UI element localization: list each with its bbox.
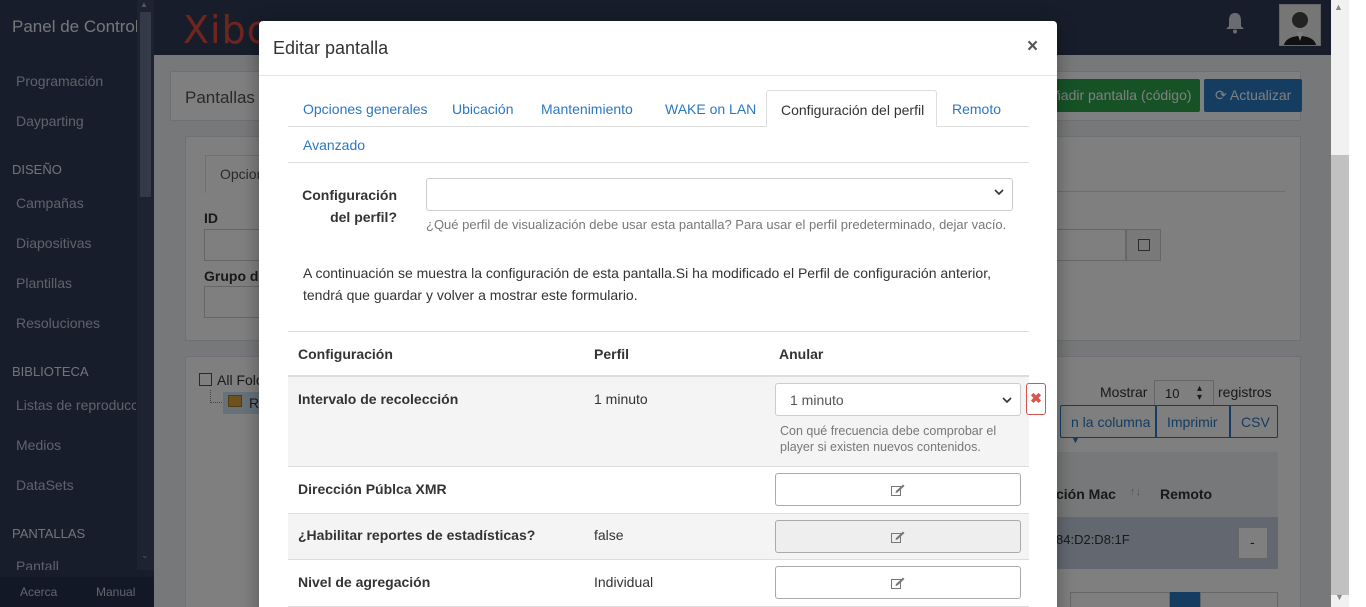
table-row: Dirección Públca XMR	[288, 467, 1029, 514]
page-scroll-down-icon[interactable]: ▼	[1335, 592, 1344, 602]
edit-icon	[891, 531, 905, 543]
collect-interval-value: 1 minuto	[790, 392, 844, 408]
chevron-down-icon	[994, 189, 1004, 196]
table-row: Nivel de agregación Individual	[288, 560, 1029, 607]
edit-override-button[interactable]	[775, 566, 1021, 599]
tab-ubicacion[interactable]: Ubicación	[452, 101, 513, 117]
setting-name: Intervalo de recolección	[298, 391, 459, 407]
profile-label-line1: Configuración	[302, 187, 397, 203]
collect-interval-help-2: player si existen nuevos contenidos.	[780, 440, 981, 454]
tab-avanzado[interactable]: Avanzado	[303, 137, 365, 153]
table-row: Intervalo de recolección 1 minuto 1 minu…	[288, 377, 1046, 467]
profile-help-text: ¿Qué perfil de visualización debe usar e…	[426, 217, 1007, 232]
setting-name: Dirección Públca XMR	[298, 481, 447, 497]
edit-override-button[interactable]	[775, 520, 1021, 553]
profile-value: 1 minuto	[594, 391, 648, 407]
page-scroll-up-icon[interactable]: ▲	[1334, 2, 1343, 12]
tab-configuracion-perfil[interactable]: Configuración del perfil	[766, 90, 937, 127]
info-text: A continuación se muestra la configuraci…	[303, 262, 1003, 306]
chevron-down-icon	[1002, 397, 1012, 404]
profile-value: false	[594, 527, 624, 543]
setting-name: Nivel de agregación	[298, 574, 431, 590]
edit-icon	[891, 577, 905, 589]
modal-title: Editar pantalla	[273, 38, 389, 58]
table-row: ¿Habilitar reportes de estadísticas? fal…	[288, 514, 1029, 560]
column-header-setting: Configuración	[298, 346, 393, 362]
tab-wake-on-lan[interactable]: WAKE on LAN	[665, 101, 756, 117]
edit-override-button[interactable]	[775, 473, 1021, 506]
tabs-bottom-border	[288, 162, 1029, 163]
profile-value: Individual	[594, 574, 654, 590]
edit-display-modal: Editar pantalla × Configuración del perf…	[259, 21, 1057, 607]
remove-override-button[interactable]: ✖	[1026, 383, 1046, 415]
tab-mantenimiento[interactable]: Mantenimiento	[541, 101, 633, 117]
tab-remoto[interactable]: Remoto	[952, 101, 1001, 117]
page-scrollbar-thumb[interactable]	[1331, 155, 1349, 595]
collect-interval-select[interactable]: 1 minuto	[775, 383, 1021, 416]
close-icon[interactable]: ×	[1027, 36, 1038, 58]
table-top-border	[288, 331, 1029, 332]
info-line-1: A continuación se muestra la configuraci…	[303, 265, 991, 281]
tab-opciones-generales[interactable]: Opciones generales	[303, 101, 428, 117]
collect-interval-help: Con qué frecuencia debe comprobar el	[780, 424, 997, 438]
page-scrollbar[interactable]: ▲ ▼	[1331, 0, 1366, 607]
profile-select[interactable]	[426, 178, 1013, 211]
column-header-profile: Perfil	[594, 346, 630, 362]
modal-header: Editar pantalla ×	[259, 21, 1057, 76]
edit-icon	[891, 484, 905, 496]
info-line-2: tendrá que guardar y volver a mostrar es…	[303, 287, 638, 303]
profile-label-line2: del perfil?	[330, 209, 397, 225]
setting-name: ¿Habilitar reportes de estadísticas?	[298, 527, 536, 543]
tab-label: Configuración del perfil	[781, 102, 925, 118]
column-header-override: Anular	[779, 346, 824, 362]
